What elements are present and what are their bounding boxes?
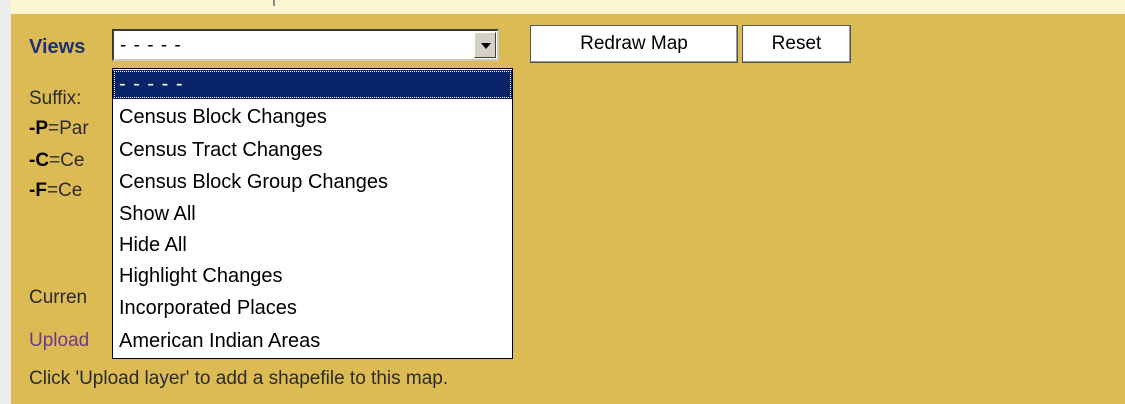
- views-option-census-tract-changes[interactable]: Census Tract Changes: [113, 136, 512, 165]
- views-select[interactable]: - - - - -: [112, 29, 499, 61]
- legend-f-key: -F: [29, 180, 47, 201]
- views-option-dashes[interactable]: - - - - -: [113, 70, 512, 99]
- current-label: Curren: [29, 287, 88, 308]
- views-option-american-indian-areas[interactable]: American Indian Areas: [113, 327, 512, 356]
- legend-p-key: -P: [29, 118, 48, 139]
- legend-f-text: =Ce: [46, 180, 83, 201]
- legend-c-text: =Ce: [49, 150, 85, 171]
- legend-c-key: -C: [29, 150, 50, 171]
- views-select-value: - - - - -: [120, 35, 182, 56]
- views-option-hide-all[interactable]: Hide All: [113, 231, 512, 260]
- views-option-incorporated-places[interactable]: Incorporated Places: [113, 294, 512, 323]
- views-option-show-all[interactable]: Show All: [113, 200, 512, 229]
- chevron-down-icon[interactable]: [474, 32, 496, 58]
- left-strip: [0, 0, 11, 404]
- legend-c: -C=Ce: [29, 150, 84, 172]
- top-fragment: [273, 0, 275, 6]
- reset-button[interactable]: Reset: [742, 25, 851, 63]
- redraw-map-button[interactable]: Redraw Map: [530, 25, 738, 63]
- top-strip: [11, 0, 1125, 14]
- upload-layer-link[interactable]: Upload: [29, 330, 89, 352]
- views-option-highlight-changes[interactable]: Highlight Changes: [113, 262, 512, 291]
- legend-f: -F=Ce: [29, 180, 82, 202]
- legend-p: -P=Par: [29, 118, 89, 140]
- views-dropdown-list: - - - - - Census Block Changes Census Tr…: [112, 68, 513, 359]
- legend-p-text: =Par: [48, 118, 89, 139]
- views-option-census-block-group-changes[interactable]: Census Block Group Changes: [113, 168, 512, 197]
- views-option-census-block-changes[interactable]: Census Block Changes: [113, 103, 512, 132]
- views-label: Views: [29, 36, 86, 58]
- upload-instruction: Click 'Upload layer' to add a shapefile …: [29, 368, 449, 389]
- suffix-label: Suffix:: [29, 88, 82, 109]
